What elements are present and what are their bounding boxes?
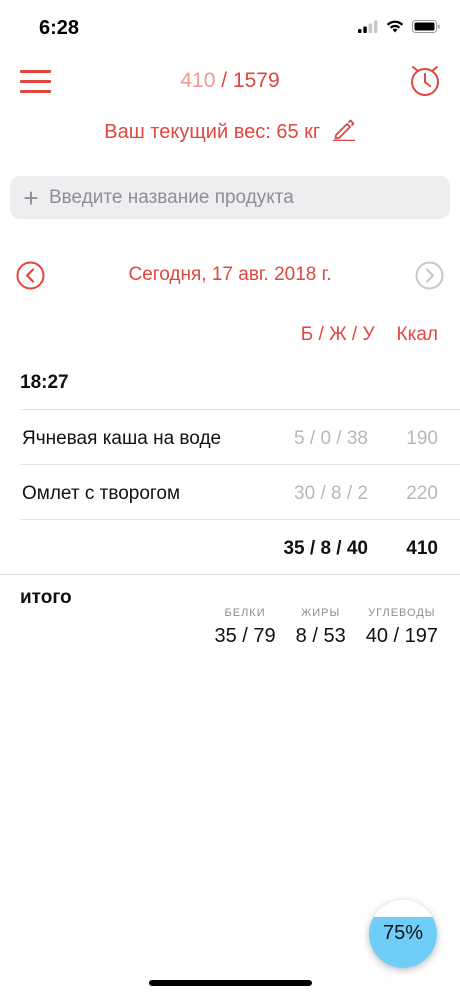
calories-goal: 1579 bbox=[232, 69, 280, 92]
status-icons bbox=[358, 20, 440, 33]
meal-time: 18:27 bbox=[20, 372, 69, 393]
carbs-value: 40 / 197 bbox=[365, 625, 438, 647]
nav-bar: 410 / 1579 bbox=[0, 60, 460, 104]
fat-total: ЖИРЫ 8 / 53 bbox=[296, 607, 346, 648]
weight-value: 65 кг bbox=[276, 121, 321, 143]
calorie-counter: 410 / 1579 bbox=[0, 69, 460, 93]
food-name: Омлет с творогом bbox=[22, 483, 181, 504]
food-kcal: 190 bbox=[406, 428, 438, 449]
macros-header: Б / Ж / У bbox=[300, 324, 375, 345]
food-macros: 5 / 0 / 38 bbox=[294, 428, 368, 449]
protein-caption: БЕЛКИ bbox=[224, 607, 266, 619]
search-input[interactable] bbox=[49, 186, 429, 209]
home-indicator bbox=[149, 980, 312, 986]
total-label: итого bbox=[20, 587, 72, 608]
clock-history-icon[interactable] bbox=[409, 64, 441, 98]
wifi-icon bbox=[386, 20, 404, 33]
column-headers: Б / Ж / У Ккал bbox=[301, 324, 438, 346]
food-row[interactable]: Ячневая каша на воде 5 / 0 / 38 190 bbox=[20, 409, 460, 464]
kcal-header: Ккал bbox=[396, 324, 438, 345]
calories-eaten: 410 bbox=[180, 69, 216, 92]
progress-percent: 75% bbox=[382, 922, 424, 944]
fat-value: 8 / 53 bbox=[295, 625, 346, 647]
protein-value: 35 / 79 bbox=[214, 625, 276, 647]
chevron-right-icon[interactable] bbox=[415, 261, 444, 290]
status-bar: 6:28 bbox=[0, 0, 460, 50]
calorie-separator: / bbox=[215, 69, 233, 92]
battery-icon bbox=[412, 20, 440, 33]
daily-progress-bubble[interactable]: 75% bbox=[369, 900, 437, 968]
food-name: Ячневая каша на воде bbox=[22, 428, 222, 449]
carbs-caption: УГЛЕВОДЫ bbox=[368, 607, 436, 619]
food-row[interactable]: Омлет с творогом 30 / 8 / 2 220 bbox=[20, 464, 460, 519]
subtotal-kcal: 410 bbox=[406, 538, 438, 559]
subtotal-macros: 35 / 8 / 40 bbox=[283, 538, 368, 559]
plus-icon: + bbox=[23, 182, 39, 213]
cellular-signal-icon bbox=[358, 20, 378, 33]
protein-total: БЕЛКИ 35 / 79 bbox=[214, 607, 275, 648]
carbs-total: УГЛЕВОДЫ 40 / 197 bbox=[366, 607, 438, 648]
meal-subtotal-row: 35 / 8 / 40 410 bbox=[20, 519, 460, 574]
fat-caption: ЖИРЫ bbox=[301, 607, 341, 619]
food-macros: 30 / 8 / 2 bbox=[294, 483, 368, 504]
edit-pencil-icon[interactable] bbox=[332, 117, 356, 141]
daily-totals: БЕЛКИ 35 / 79 ЖИРЫ 8 / 53 УГЛЕВОДЫ 40 / … bbox=[214, 607, 438, 648]
date-label: Сегодня, 17 авг. 2018 г. bbox=[128, 264, 332, 285]
section-divider bbox=[0, 574, 460, 575]
current-weight: Ваш текущий вес: 65 кг bbox=[0, 117, 460, 144]
product-search[interactable]: + bbox=[10, 176, 450, 219]
food-kcal: 220 bbox=[406, 483, 438, 504]
date-navigator: Сегодня, 17 авг. 2018 г. bbox=[0, 258, 460, 292]
status-time: 6:28 bbox=[39, 17, 80, 39]
weight-label: Ваш текущий вес: bbox=[104, 121, 271, 143]
